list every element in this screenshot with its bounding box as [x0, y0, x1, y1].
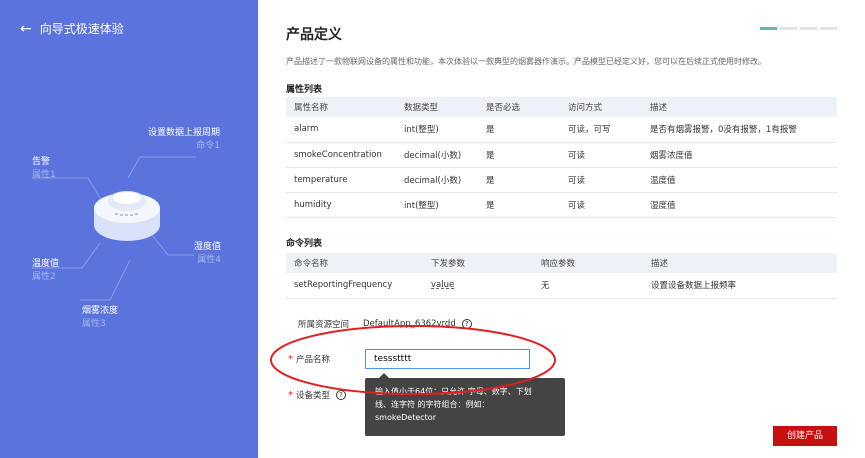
cell: humidity: [286, 192, 396, 218]
col-header: 访问方式: [560, 97, 642, 117]
product-name-label: 产品名称: [296, 355, 331, 365]
col-header: 描述: [643, 253, 837, 273]
attr-property3: 烟雾浓度 属性3: [82, 305, 118, 331]
device-type-label: 设备类型: [296, 391, 331, 401]
tooltip-line: 输入值小于64位：只允许 字母、数字、下划: [375, 387, 532, 396]
attr-type: 属性4: [197, 255, 222, 265]
cell: temperature: [286, 167, 396, 193]
properties-table: 属性名称 数据类型 是否必选 访问方式 描述 alarm int(整型) 是 可…: [286, 97, 837, 218]
properties-title: 属性列表: [286, 85, 323, 95]
table-row: setReportingFrequency value 无 设置设备数据上报频率: [286, 273, 837, 299]
cell: 是: [478, 117, 560, 143]
commands-title: 命令列表: [286, 239, 323, 249]
cell: 是: [478, 167, 560, 193]
cell: 可读: [560, 142, 642, 168]
cell: smokeConcentration: [286, 142, 396, 168]
attr-property4: 湿度值 属性4: [194, 241, 221, 267]
cell: decimal(小数): [396, 142, 478, 168]
smoke-detector-icon: [94, 191, 160, 241]
commands-table: 命令名称 下发参数 响应参数 描述 setReportingFrequency …: [286, 253, 837, 299]
resource-space-value: DefaultApp_6362vrdd: [363, 319, 456, 329]
cell: 无: [533, 273, 643, 299]
resource-space-label: 所属资源空间: [298, 320, 350, 330]
cell: 可读: [560, 192, 642, 218]
col-header: 是否必选: [478, 97, 560, 117]
col-header: 数据类型: [396, 97, 478, 117]
cell: 是: [478, 192, 560, 218]
create-product-button[interactable]: 创建产品: [773, 426, 837, 446]
table-row: humidity int(整型) 是 可读 湿度值: [286, 192, 837, 218]
param-link[interactable]: value: [423, 273, 533, 299]
page-title: 产品定义: [286, 27, 342, 43]
step-2: [780, 27, 797, 30]
table-row: temperature decimal(小数) 是 可读 温度值: [286, 167, 837, 193]
step-indicator: [760, 27, 837, 30]
resource-space-row: 所属资源空间 DefaultApp_6362vrdd ?: [298, 318, 472, 330]
attr-name: 设置数据上报周期: [148, 128, 221, 138]
cell: setReportingFrequency: [286, 273, 423, 299]
cell: 湿度值: [642, 192, 837, 218]
attr-name: 温度值: [32, 259, 60, 269]
product-name-input[interactable]: [365, 349, 530, 369]
attr-name: 告警: [32, 157, 51, 167]
attr-type: 属性2: [32, 272, 56, 282]
tooltip-line: smokeDetector: [375, 413, 436, 422]
attr-type: 命令1: [196, 141, 221, 151]
cell: 是否有烟雾报警，0没有报警，1有报警: [642, 117, 837, 143]
product-name-row: * 产品名称: [288, 353, 331, 366]
step-1: [760, 27, 777, 30]
attr-name: 烟雾浓度: [82, 306, 119, 316]
cell: alarm: [286, 117, 396, 143]
help-icon[interactable]: ?: [336, 390, 347, 400]
col-header: 描述: [642, 97, 837, 117]
step-4: [820, 27, 837, 30]
input-tooltip: 输入值小于64位：只允许 字母、数字、下划 线、连字符 的字符组合：例如： sm…: [365, 373, 565, 436]
attr-type: 属性3: [82, 319, 106, 329]
attr-type: 属性1: [32, 170, 56, 180]
cell: 温度值: [642, 167, 837, 193]
attr-property2: 温度值 属性2: [32, 258, 59, 284]
device-illustration: [32, 156, 196, 301]
main-panel: 产品定义 产品描述了一款物联网设备的属性和功能，本次体验以一款典型的烟雾器作演示…: [258, 0, 865, 458]
col-header: 命令名称: [286, 253, 423, 273]
cell: 可读，可写: [560, 117, 642, 143]
page-description: 产品描述了一款物联网设备的属性和功能，本次体验以一款典型的烟雾器作演示。产品模型…: [286, 57, 766, 66]
attr-name: 湿度值: [194, 242, 222, 252]
cell: 是: [478, 142, 560, 168]
col-header: 响应参数: [533, 253, 643, 273]
cell: 烟雾浓度值: [642, 142, 837, 168]
cell: decimal(小数): [396, 167, 478, 193]
left-panel: ← 向导式极速体验 设置数据上报周期 命令1 告警 属性1 温度值 属性2 烟雾…: [0, 0, 258, 458]
required-mark: *: [288, 389, 293, 401]
col-header: 属性名称: [286, 97, 396, 117]
help-icon[interactable]: ?: [461, 319, 472, 329]
required-mark: *: [288, 353, 293, 365]
cell: int(整型): [396, 192, 478, 218]
step-3: [800, 27, 817, 30]
attr-command1: 设置数据上报周期 命令1: [148, 127, 220, 153]
table-row: alarm int(整型) 是 可读，可写 是否有烟雾报警，0没有报警，1有报警: [286, 117, 837, 143]
col-header: 下发参数: [423, 253, 533, 273]
attr-property1: 告警 属性1: [32, 156, 56, 182]
cell: int(整型): [396, 117, 478, 143]
cell: 设置设备数据上报频率: [643, 273, 837, 299]
device-type-row: * 设备类型 ?: [288, 389, 347, 401]
table-row: smokeConcentration decimal(小数) 是 可读 烟雾浓度…: [286, 142, 837, 168]
tooltip-line: 线、连字符 的字符组合：例如：: [375, 400, 490, 409]
cell: 可读: [560, 167, 642, 193]
